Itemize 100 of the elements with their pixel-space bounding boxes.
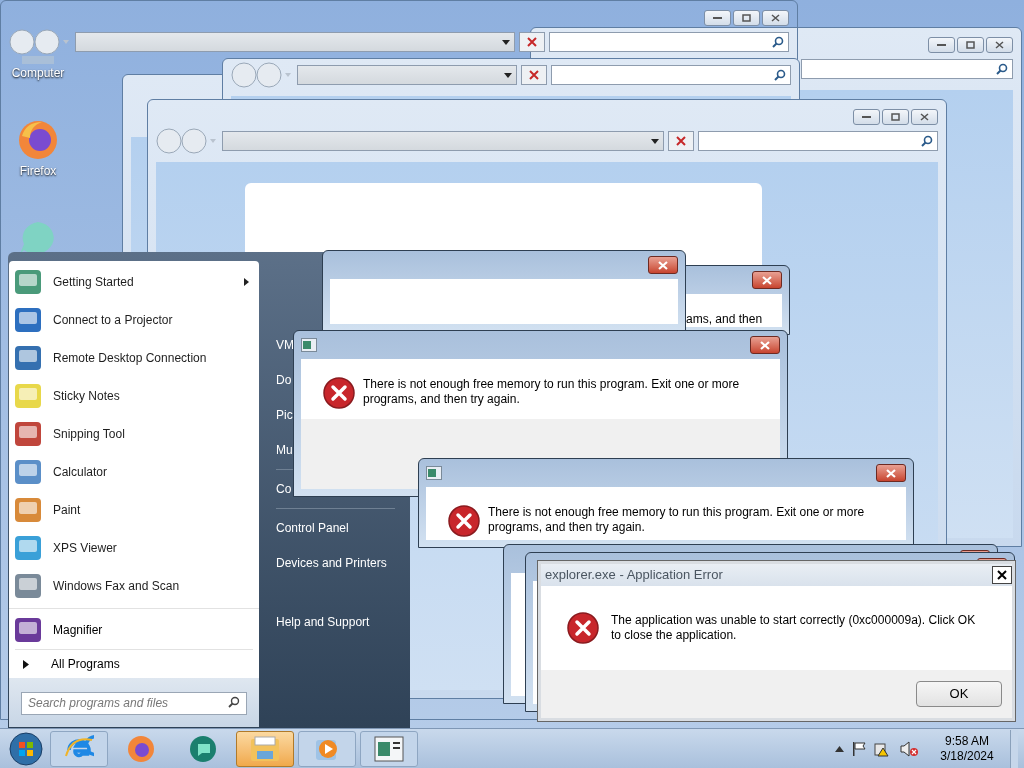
taskbar-button[interactable] (50, 730, 108, 767)
address-bar[interactable] (297, 65, 517, 85)
arrow-icon (23, 659, 29, 669)
close-icon (920, 113, 929, 121)
close-icon (995, 41, 1004, 49)
close-button[interactable] (762, 10, 789, 26)
taskbar-button[interactable] (360, 730, 418, 767)
close-icon (658, 260, 668, 270)
app-window-icon (301, 338, 317, 352)
search-icon (228, 696, 240, 709)
close-icon (762, 275, 772, 285)
search-icon (921, 135, 933, 147)
speaker-muted-icon[interactable] (899, 740, 919, 757)
folder-icon (249, 734, 281, 763)
taskbar-button[interactable] (236, 730, 294, 767)
start-menu-link[interactable]: Devices and Printers (276, 551, 409, 575)
program-item[interactable]: Paint (9, 491, 259, 529)
start-menu-link[interactable]: Control Panel (276, 516, 409, 540)
firefox-icon (16, 118, 60, 162)
maximize-button[interactable] (957, 37, 984, 53)
program-item[interactable]: XPS Viewer (9, 529, 259, 567)
program-icon (13, 381, 43, 411)
program-item[interactable]: Calculator (9, 453, 259, 491)
minimize-button[interactable] (704, 10, 731, 26)
error-icon (323, 377, 355, 409)
search-field[interactable] (698, 131, 938, 151)
program-item[interactable]: Snipping Tool (9, 415, 259, 453)
windows-logo-icon (9, 731, 43, 766)
error-message: There is not enough free memory to run this program. Exit one or more programs, and then try again. (363, 377, 741, 407)
close-button[interactable] (911, 109, 938, 125)
search-icon (774, 69, 786, 81)
close-icon (771, 14, 780, 22)
close-icon (529, 70, 539, 80)
dropdown-arrow-icon (504, 72, 512, 78)
close-icon (676, 136, 686, 146)
maximize-icon (891, 113, 900, 121)
search-field[interactable] (549, 32, 789, 52)
message-text: ams, and then (685, 311, 764, 327)
minimize-icon (713, 16, 722, 20)
address-bar[interactable] (222, 131, 664, 151)
close-button[interactable] (986, 37, 1013, 53)
maximize-icon (742, 14, 751, 22)
network-warning-icon[interactable] (874, 740, 892, 757)
close-icon (527, 37, 537, 47)
close-icon (886, 468, 896, 478)
minimize-button[interactable] (928, 37, 955, 53)
error-message: The application was unable to start correctly (0xc000009a). Click OK to close the application. (611, 612, 977, 643)
close-icon (997, 570, 1007, 580)
search-icon (996, 63, 1008, 75)
program-item[interactable]: Remote Desktop Connection (9, 339, 259, 377)
chat-bubble-icon (188, 733, 218, 764)
flag-icon[interactable] (851, 740, 867, 757)
program-icon (13, 457, 43, 487)
program-item[interactable]: Windows Fax and Scan (9, 567, 259, 605)
minimize-icon (862, 115, 871, 119)
clock[interactable]: 9:58 AM 3/18/2024 (926, 733, 1000, 764)
search-field[interactable] (551, 65, 791, 85)
program-icon (13, 615, 43, 645)
minimize-button[interactable] (853, 109, 880, 125)
program-icon (13, 267, 43, 297)
program-icon (13, 533, 43, 563)
program-icon (13, 343, 43, 373)
window-icon (374, 735, 404, 762)
minimize-icon (937, 43, 946, 47)
close-button[interactable] (648, 256, 678, 274)
stop-button[interactable] (519, 32, 545, 52)
search-field[interactable]: Search programs and files (21, 691, 247, 715)
error-icon (448, 505, 480, 537)
show-hidden-icons[interactable] (835, 745, 844, 752)
address-bar[interactable] (75, 32, 515, 52)
program-icon (13, 571, 43, 601)
search-field[interactable] (801, 59, 1013, 79)
close-button[interactable] (992, 566, 1012, 584)
all-programs-item[interactable]: All Programs (9, 650, 259, 678)
program-item[interactable]: Magnifier (9, 611, 259, 649)
maximize-icon (966, 41, 975, 49)
start-button[interactable] (6, 730, 46, 767)
app-window-icon (426, 466, 442, 480)
program-icon (13, 495, 43, 525)
dialog-title: explorer.exe - Application Error (545, 566, 723, 585)
maximize-button[interactable] (882, 109, 909, 125)
ok-button[interactable]: OK (916, 681, 1002, 707)
error-message: There is not enough free memory to run this program. Exit one or more programs, and then try again. (488, 505, 866, 535)
program-item[interactable]: Sticky Notes (9, 377, 259, 415)
dropdown-arrow-icon (502, 39, 510, 45)
submenu-arrow-icon (244, 278, 249, 286)
maximize-button[interactable] (733, 10, 760, 26)
program-item[interactable]: Getting Started (9, 263, 259, 301)
program-icon (13, 419, 43, 449)
dropdown-arrow-icon (651, 138, 659, 144)
program-icon (13, 305, 43, 335)
stop-button[interactable] (668, 131, 694, 151)
error-icon (567, 612, 599, 644)
close-button[interactable] (750, 336, 780, 354)
close-button[interactable] (752, 271, 782, 289)
stop-button[interactable] (521, 65, 547, 85)
close-button[interactable] (876, 464, 906, 482)
start-menu-link[interactable]: Help and Support (276, 610, 409, 634)
firefox-icon (126, 733, 156, 764)
program-item[interactable]: Connect to a Projector (9, 301, 259, 339)
